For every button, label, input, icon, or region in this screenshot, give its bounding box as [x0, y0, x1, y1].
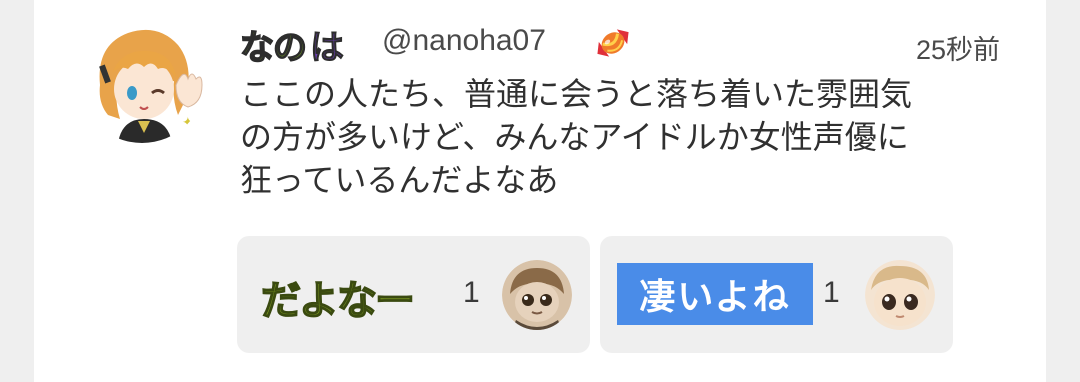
reaction-button-sugoi[interactable]: 凄いよね 1	[600, 236, 953, 353]
timestamp[interactable]: 25秒前	[916, 28, 1000, 67]
display-name-part2: は	[310, 27, 345, 68]
display-name[interactable]: なの は	[239, 18, 345, 70]
custom-emoji-sugoi-text: 凄いよね	[639, 277, 791, 318]
reactor-avatar-2	[865, 260, 935, 330]
reactions-bar: だよなー 1 凄いよね 1	[237, 236, 953, 353]
custom-emoji-sugoi: 凄いよね	[617, 263, 813, 325]
candy-icon	[590, 20, 636, 66]
reactor-avatar-1	[502, 260, 572, 330]
display-name-part1: なの	[239, 27, 308, 69]
reaction-count: 1	[463, 276, 480, 309]
user-handle[interactable]: @nanoha07	[382, 24, 546, 58]
post-header: なの は @nanoha07 25秒前	[239, 18, 1004, 70]
custom-emoji-dayona: だよなー	[260, 277, 416, 325]
reaction-count: 1	[823, 276, 840, 309]
author-avatar[interactable]: ✦	[78, 15, 206, 143]
post-text: ここの人たち、普通に会うと落ち着いた雰囲気 の方が多いけど、みんなアイドルか女性…	[240, 75, 913, 199]
reaction-button-dayona[interactable]: だよなー 1	[237, 236, 590, 353]
